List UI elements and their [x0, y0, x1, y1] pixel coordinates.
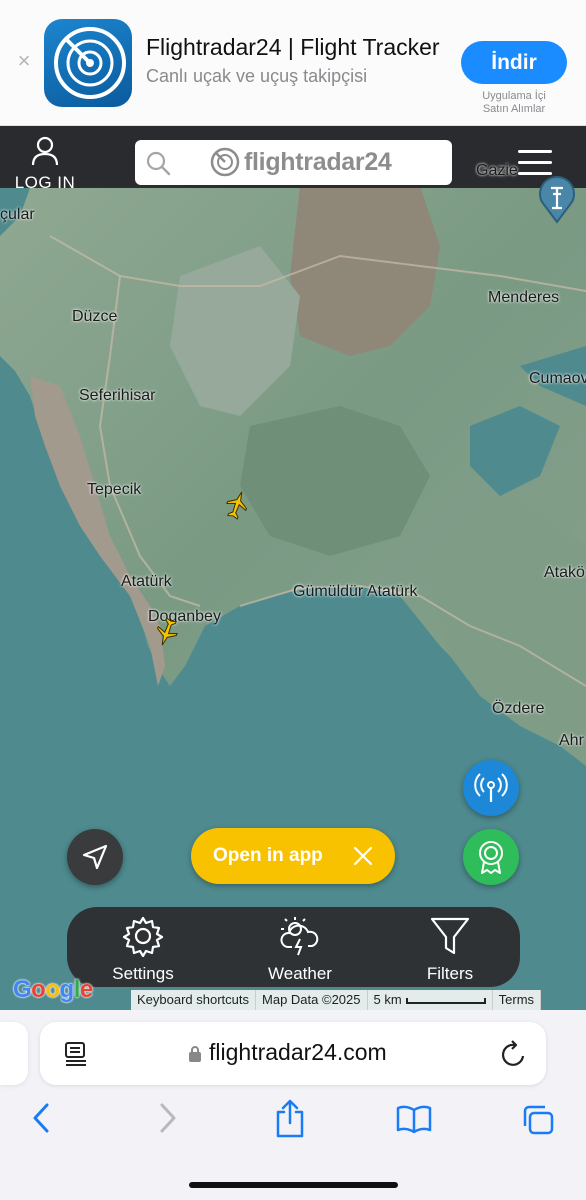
settings-label: Settings — [112, 964, 174, 983]
browser-chrome: flightradar24.com — [0, 1010, 586, 1200]
map-toolbar: Settings Weather Filters — [67, 907, 520, 987]
map-data-credit[interactable]: Map Data ©2025 — [256, 990, 368, 1010]
weather-storm-icon — [280, 917, 319, 956]
map-attribution: Keyboard shortcuts Map Data ©2025 5 km T… — [131, 990, 542, 1010]
achievements-button[interactable] — [463, 829, 519, 885]
close-icon[interactable]: × — [15, 50, 33, 72]
hamburger-menu-icon[interactable] — [518, 150, 552, 176]
search-icon — [146, 151, 171, 176]
gear-icon — [122, 916, 164, 958]
filters-button[interactable]: Filters — [390, 915, 510, 984]
place-label: Tepecik — [87, 481, 142, 498]
aircraft-icon[interactable] — [156, 617, 178, 647]
lock-icon — [189, 1046, 201, 1062]
logo-text: flightradar24 — [244, 147, 392, 176]
settings-button[interactable]: Settings — [83, 915, 203, 984]
airport-pin-icon[interactable] — [538, 176, 576, 224]
tabs-icon[interactable] — [521, 1104, 555, 1136]
app-subtitle: Canlı uçak ve uçuş takipçisi — [146, 66, 368, 86]
get-app-button[interactable]: İndir — [461, 41, 567, 84]
place-label: Atatürk — [121, 573, 172, 590]
place-label: Gümüldür Atatürk — [293, 583, 418, 600]
award-badge-icon — [479, 841, 503, 874]
antenna-icon — [474, 773, 508, 802]
my-location-button[interactable] — [67, 829, 123, 885]
place-label: Özdere — [492, 700, 545, 717]
home-indicator — [189, 1182, 398, 1188]
user-icon — [31, 136, 59, 166]
google-logo[interactable]: Google — [13, 976, 93, 1004]
open-in-app-label: Open in app — [213, 845, 323, 866]
in-app-purchases-note: Uygulama İçi Satın Alımlar — [470, 90, 558, 116]
place-label: çular — [0, 206, 35, 223]
place-label: Menderes — [488, 289, 560, 306]
app-title: Flightradar24 | Flight Tracker — [146, 34, 440, 60]
place-label: Seferihisar — [79, 387, 156, 404]
place-label: Düzce — [72, 308, 118, 325]
previous-tab-peek[interactable] — [0, 1022, 28, 1085]
close-icon[interactable] — [351, 844, 375, 868]
address-bar[interactable]: flightradar24.com — [40, 1022, 546, 1085]
iap-line-1: Uygulama İçi — [482, 90, 546, 102]
scale-bar — [405, 997, 486, 1004]
login-label: LOG IN — [14, 173, 76, 192]
scale-indicator: 5 km — [368, 990, 493, 1010]
filters-label: Filters — [426, 964, 474, 983]
keyboard-shortcuts-link[interactable]: Keyboard shortcuts — [131, 990, 257, 1010]
terms-link[interactable]: Terms — [493, 990, 542, 1010]
search-input[interactable]: flightradar24 — [135, 140, 452, 185]
aircraft-icon[interactable] — [226, 490, 248, 520]
url-text: flightradar24.com — [209, 1039, 387, 1065]
bookmarks-icon[interactable] — [396, 1104, 432, 1134]
place-label: Atakö — [544, 564, 585, 581]
login-button[interactable]: LOG IN — [14, 136, 76, 193]
iap-line-2: Satın Alımlar — [482, 103, 546, 115]
filter-funnel-icon — [430, 917, 470, 955]
place-label: Ahr — [559, 732, 584, 749]
forward-arrow-icon[interactable] — [157, 1102, 179, 1134]
back-arrow-icon[interactable] — [30, 1102, 52, 1134]
weather-button[interactable]: Weather — [240, 915, 360, 984]
smart-app-banner: × Flightradar24 | Flight Tracker Canlı u… — [0, 0, 586, 126]
flight-map[interactable]: LOG IN flightradar24 Gazie çular Mendere… — [0, 126, 586, 1010]
share-icon[interactable] — [274, 1098, 306, 1138]
app-icon[interactable] — [44, 19, 132, 107]
place-label: Gazie — [476, 162, 518, 179]
coverage-feed-button[interactable] — [463, 760, 519, 816]
flightradar24-logo: flightradar24 — [210, 147, 392, 177]
weather-label: Weather — [268, 964, 332, 983]
scale-label: 5 km — [373, 992, 402, 1007]
reload-icon[interactable] — [501, 1040, 527, 1068]
radar-logo-icon — [210, 147, 240, 177]
page-settings-icon[interactable] — [64, 1041, 88, 1067]
open-in-app-button[interactable]: Open in app — [191, 828, 395, 884]
place-label: Cumaov — [529, 370, 586, 387]
location-arrow-icon — [82, 844, 108, 870]
